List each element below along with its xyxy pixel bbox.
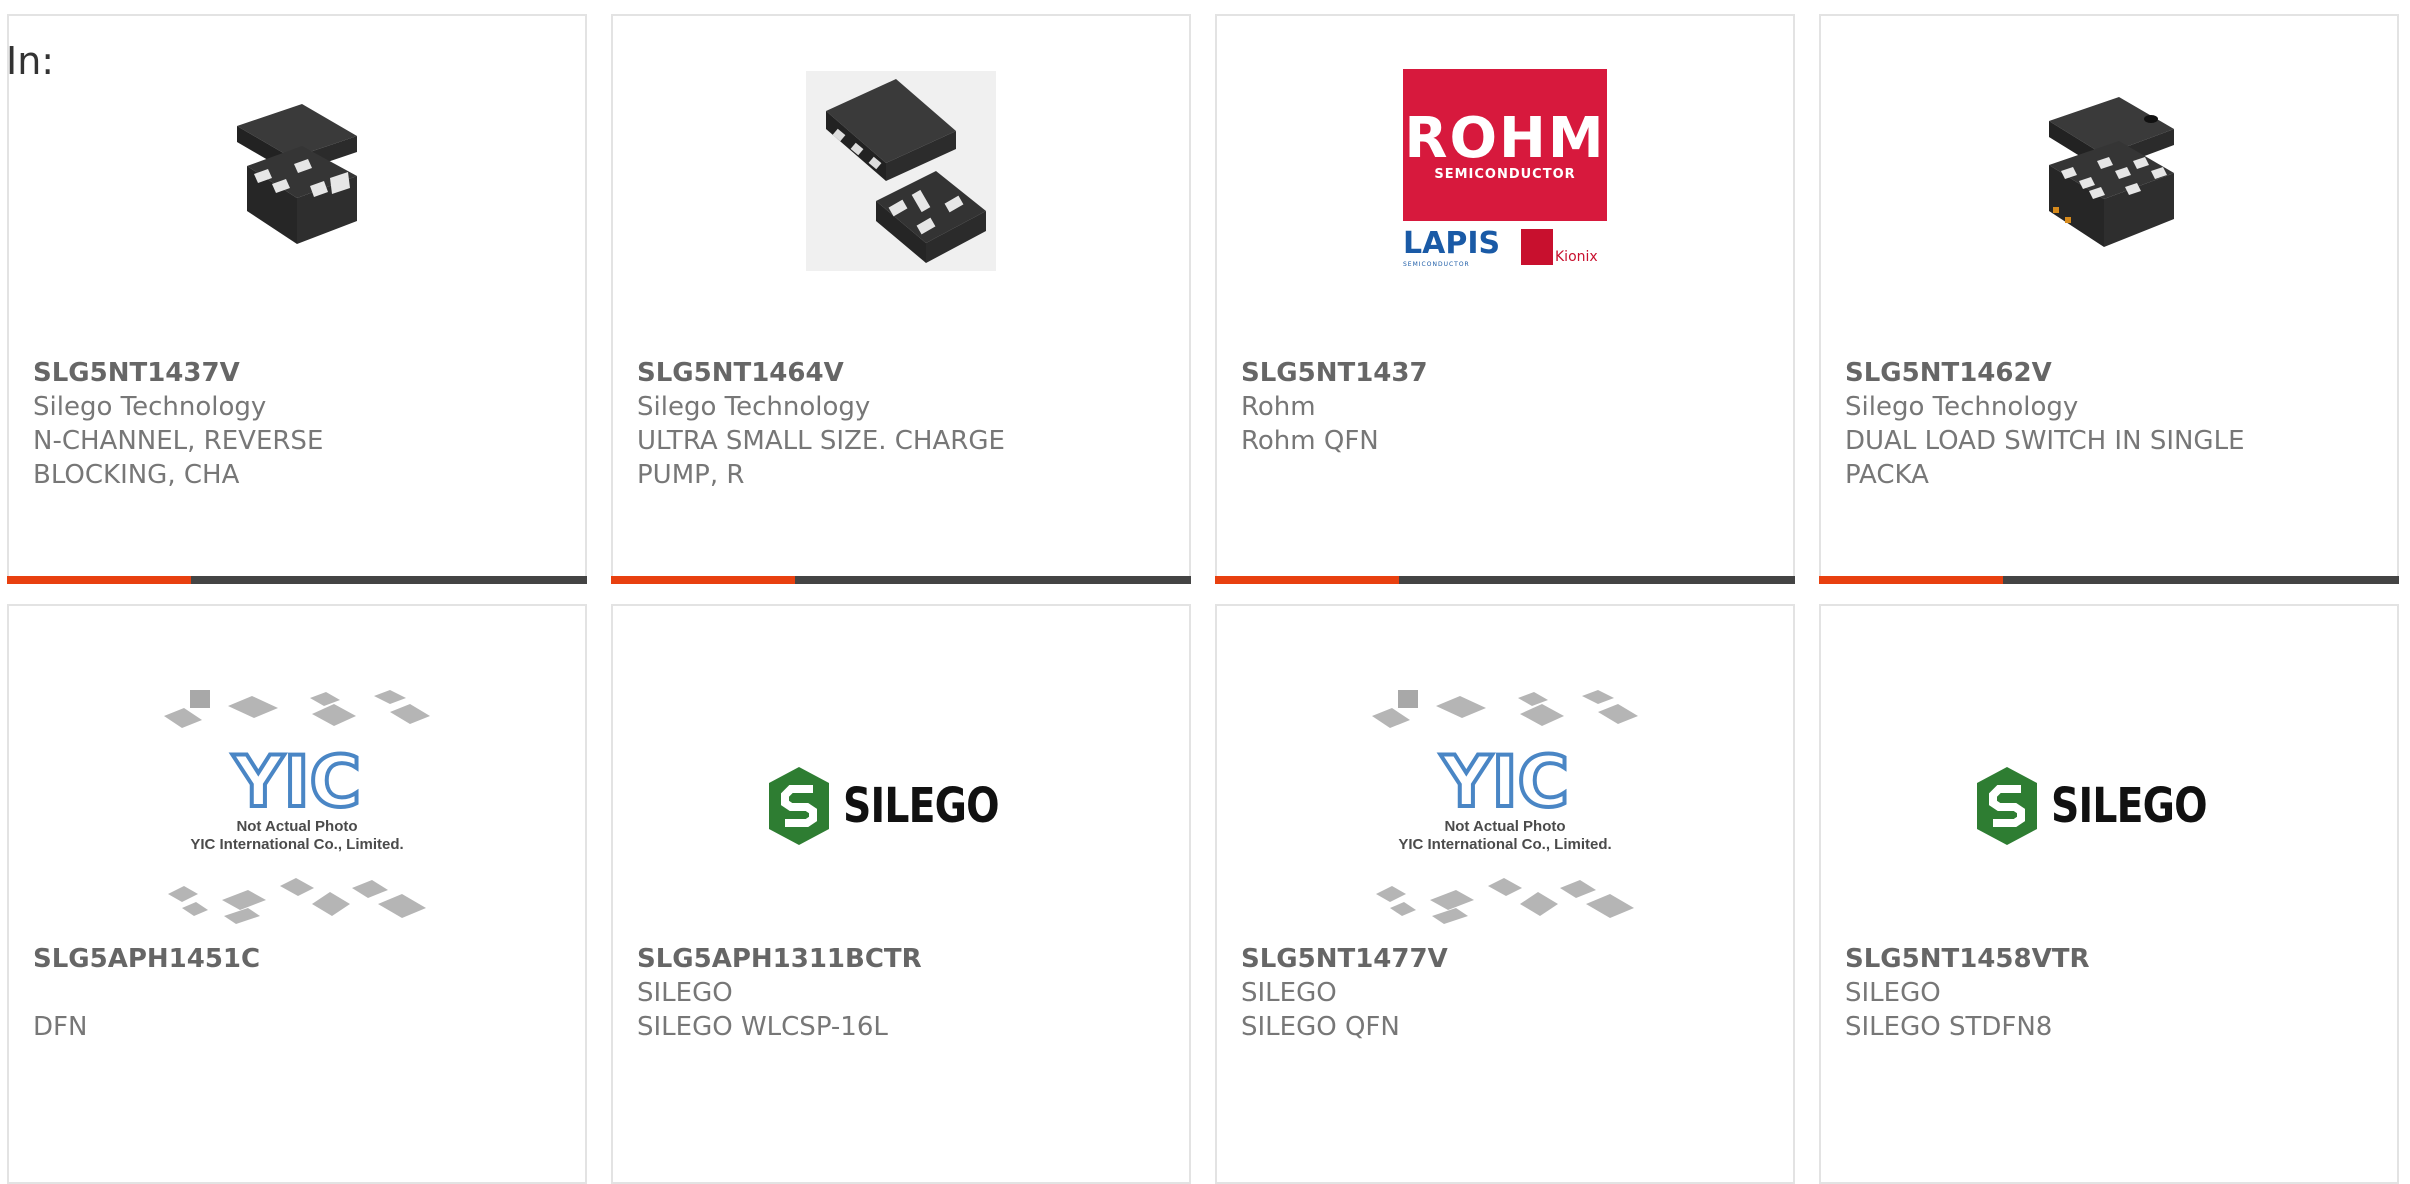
description: DFN: [33, 1012, 88, 1042]
card-bottom-bar: [7, 576, 587, 584]
kionix-logo: Kionix: [1521, 229, 1607, 269]
description-continued: [1241, 458, 1769, 492]
part-number[interactable]: SLG5APH1451C: [33, 942, 561, 976]
product-card[interactable]: SLG5NT1462V Silego Technology DUAL LOAD …: [1819, 14, 2399, 584]
description: SILEGO QFN: [1241, 1012, 1400, 1042]
silego-logo: SILEGO: [768, 767, 1033, 845]
dfn-chip-icon: [237, 104, 357, 244]
product-image[interactable]: SILEGO: [1821, 686, 2397, 926]
page-label: In:: [6, 39, 55, 83]
rohm-logo: ROHM SEMICONDUCTOR LAPIS SEMICONDUCTOR K…: [1403, 69, 1607, 273]
card-accent: [1819, 576, 2003, 584]
description-continued: PACKA: [1845, 460, 1929, 490]
silego-logo-text: SILEGO: [2050, 778, 2208, 834]
qfn-chip-icon: [806, 71, 996, 271]
not-actual-photo-placeholder: YIC Not Actual Photo YIC International C…: [1370, 686, 1640, 926]
product-card[interactable]: SLG5NT1437V Silego Technology N-CHANNEL,…: [7, 14, 587, 584]
card-accent: [611, 576, 795, 584]
product-info: SLG5NT1458VTR SILEGO SILEGO STDFN8: [1845, 942, 2373, 1078]
rohm-logo-text: ROHM: [1404, 106, 1606, 171]
silego-mark-icon: [768, 767, 829, 845]
card-bottom-bar: [1215, 576, 1795, 584]
kionix-mark-icon: [1521, 229, 1553, 265]
part-number[interactable]: SLG5NT1437: [1241, 356, 1769, 390]
manufacturer: Silego Technology: [637, 392, 871, 422]
card-bottom-bar: [1819, 576, 2399, 584]
silego-logo-text: SILEGO: [842, 778, 1000, 834]
not-actual-photo-caption: Not Actual Photo YIC International Co., …: [1370, 818, 1640, 854]
dfn-chip-icon: [2049, 97, 2174, 247]
product-card[interactable]: SLG5NT1464V Silego Technology ULTRA SMAL…: [611, 14, 1191, 584]
description: N-CHANNEL, REVERSE: [33, 426, 324, 456]
description-continued: [1241, 1044, 1769, 1078]
product-info: SLG5NT1437V Silego Technology N-CHANNEL,…: [33, 356, 561, 492]
product-card[interactable]: YIC Not Actual Photo YIC International C…: [1215, 604, 1795, 1184]
description-continued: [637, 1044, 1165, 1078]
description: Rohm QFN: [1241, 426, 1379, 456]
manufacturer: SILEGO: [1845, 978, 1941, 1008]
manufacturer: SILEGO: [1241, 978, 1337, 1008]
product-info: SLG5APH1311BCTR SILEGO SILEGO WLCSP-16L: [637, 942, 1165, 1078]
product-image[interactable]: ROHM SEMICONDUCTOR LAPIS SEMICONDUCTOR K…: [1217, 56, 1793, 286]
part-number[interactable]: SLG5NT1437V: [33, 356, 561, 390]
product-info: SLG5NT1477V SILEGO SILEGO QFN: [1241, 942, 1769, 1078]
product-card[interactable]: YIC Not Actual Photo YIC International C…: [7, 604, 587, 1184]
placeholder-line1: Not Actual Photo: [1444, 818, 1566, 835]
product-image[interactable]: [1821, 56, 2397, 286]
product-card[interactable]: ROHM SEMICONDUCTOR LAPIS SEMICONDUCTOR K…: [1215, 14, 1795, 584]
placeholder-line2: YIC International Co., Limited.: [1398, 836, 1612, 853]
description-continued: [1845, 1044, 2373, 1078]
product-card[interactable]: SILEGO SLG5APH1311BCTR SILEGO SILEGO WLC…: [611, 604, 1191, 1184]
manufacturer: SILEGO: [637, 978, 733, 1008]
part-number[interactable]: SLG5NT1458VTR: [1845, 942, 2373, 976]
card-accent: [1215, 576, 1399, 584]
chip-collage-icon: YIC: [164, 690, 430, 924]
product-info: SLG5NT1462V Silego Technology DUAL LOAD …: [1845, 356, 2373, 492]
card-bottom-bar: [611, 576, 1191, 584]
lapis-logo-subtext: SEMICONDUCTOR: [1403, 261, 1470, 268]
kionix-logo-text: Kionix: [1555, 249, 1598, 265]
part-number[interactable]: SLG5NT1477V: [1241, 942, 1769, 976]
rohm-logo-block: ROHM SEMICONDUCTOR: [1403, 69, 1607, 221]
manufacturer: Silego Technology: [33, 392, 267, 422]
description: ULTRA SMALL SIZE. CHARGE: [637, 426, 1005, 456]
chip-collage-icon: YIC: [1372, 690, 1638, 924]
product-image[interactable]: [613, 56, 1189, 286]
product-image[interactable]: [9, 56, 585, 286]
product-image[interactable]: SILEGO: [613, 686, 1189, 926]
product-info: SLG5NT1464V Silego Technology ULTRA SMAL…: [637, 356, 1165, 492]
description-continued: PUMP, R: [637, 460, 745, 490]
silego-logo: SILEGO: [1976, 767, 2241, 845]
description: DUAL LOAD SWITCH IN SINGLE: [1845, 426, 2245, 456]
lapis-logo-text: LAPIS: [1403, 226, 1501, 261]
manufacturer: Rohm: [1241, 392, 1316, 422]
product-image[interactable]: YIC Not Actual Photo YIC International C…: [9, 686, 585, 926]
placeholder-line2: YIC International Co., Limited.: [190, 836, 404, 853]
product-info: SLG5NT1437 Rohm Rohm QFN: [1241, 356, 1769, 492]
part-number[interactable]: SLG5NT1464V: [637, 356, 1165, 390]
manufacturer: [33, 976, 561, 1010]
description: SILEGO STDFN8: [1845, 1012, 2053, 1042]
not-actual-photo-placeholder: YIC Not Actual Photo YIC International C…: [162, 686, 432, 926]
placeholder-line1: Not Actual Photo: [236, 818, 358, 835]
description-continued: BLOCKING, CHA: [33, 460, 240, 490]
silego-mark-icon: [1976, 767, 2037, 845]
part-number[interactable]: SLG5APH1311BCTR: [637, 942, 1165, 976]
card-accent: [7, 576, 191, 584]
description: SILEGO WLCSP-16L: [637, 1012, 888, 1042]
not-actual-photo-caption: Not Actual Photo YIC International Co., …: [162, 818, 432, 854]
product-grid: SLG5NT1437V Silego Technology N-CHANNEL,…: [7, 14, 2403, 1184]
product-info: SLG5APH1451C DFN: [33, 942, 561, 1078]
product-image[interactable]: YIC Not Actual Photo YIC International C…: [1217, 686, 1793, 926]
manufacturer: Silego Technology: [1845, 392, 2079, 422]
description-continued: [33, 1044, 561, 1078]
svg-text:YIC: YIC: [1440, 741, 1569, 823]
product-card[interactable]: SILEGO SLG5NT1458VTR SILEGO SILEGO STDFN…: [1819, 604, 2399, 1184]
part-number[interactable]: SLG5NT1462V: [1845, 356, 2373, 390]
svg-text:YIC: YIC: [232, 741, 361, 823]
